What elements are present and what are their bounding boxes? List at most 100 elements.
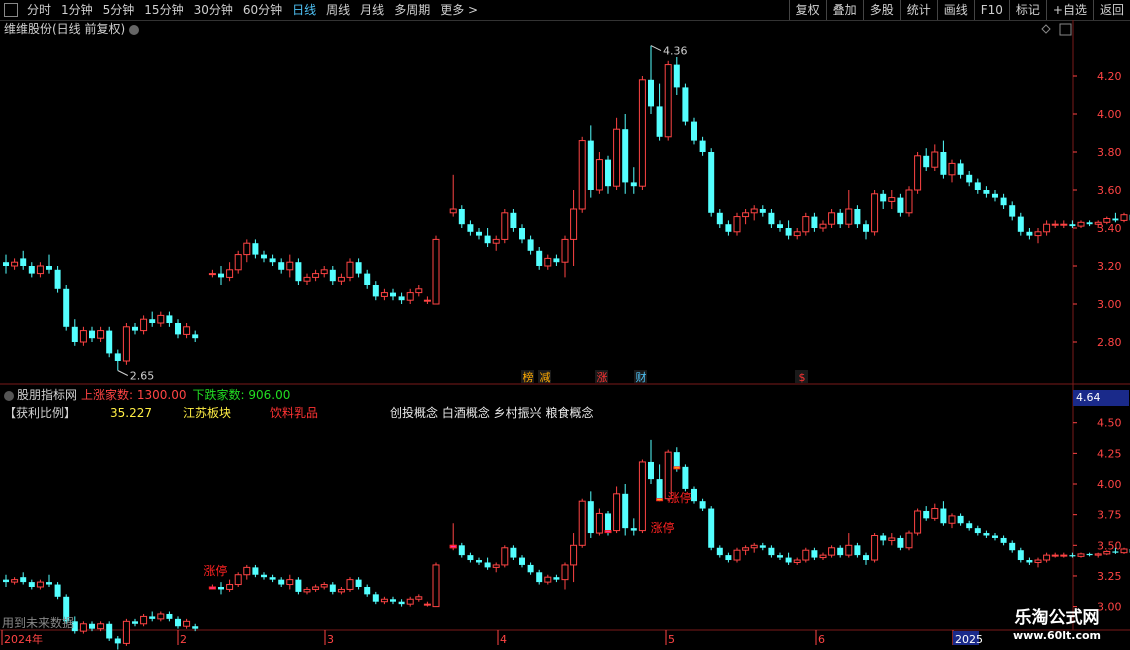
upper-candle-body xyxy=(501,212,509,240)
upper-candle-body xyxy=(337,276,345,282)
lower-candle-body xyxy=(1103,550,1111,555)
upper-candle-body xyxy=(467,224,474,232)
upper-candle-body xyxy=(802,216,810,233)
lower-candle-body xyxy=(346,579,354,590)
upper-candle-body xyxy=(897,197,904,213)
lower-candle-body xyxy=(1060,554,1068,557)
lower-candle-body xyxy=(561,564,569,581)
upper-candle-body xyxy=(1043,223,1051,233)
x-tick-label: 6 xyxy=(818,633,825,646)
upper-candle-body xyxy=(449,208,457,214)
lower-candle-body xyxy=(673,452,680,467)
upper-candle-body xyxy=(1069,224,1076,227)
lower-candle-body xyxy=(510,547,517,558)
indicator-header: 股朋指标网 上涨家数: 1300.00 下跌家数: 906.00 xyxy=(0,387,290,403)
lower-candle-body xyxy=(897,537,904,548)
y-tick-label: 4.50 xyxy=(1097,417,1122,430)
lower-candle-body xyxy=(157,613,165,620)
upper-candle-body xyxy=(828,212,836,225)
kline-chart[interactable]: 4.204.003.803.603.403.203.002.804.504.25… xyxy=(0,0,1130,650)
upper-candle-body xyxy=(725,224,732,232)
upper-candle-body xyxy=(106,330,113,354)
lower-candle-body xyxy=(20,577,27,583)
lower-candle-body xyxy=(1094,553,1102,556)
x-tick-label: 4 xyxy=(500,633,507,646)
y-tick-label: 3.25 xyxy=(1097,570,1122,583)
lower-candle-body xyxy=(793,559,801,563)
panel-toggle-icon xyxy=(1059,23,1072,36)
upper-candle-body xyxy=(716,212,723,225)
lower-candle-body xyxy=(458,545,465,556)
event-marker-label: 财 xyxy=(636,370,647,384)
lower-candle-body xyxy=(622,493,629,529)
lower-candle-body xyxy=(595,512,603,534)
upper-candle-body xyxy=(234,254,242,271)
upper-candle-body xyxy=(777,224,783,228)
upper-candle-body xyxy=(252,243,259,255)
upper-candle-body xyxy=(390,292,396,297)
lower-candle-body xyxy=(1043,554,1051,561)
lower-candle-body xyxy=(132,621,138,624)
upper-candle-body xyxy=(1060,223,1068,226)
lower-candle-body xyxy=(1034,559,1042,563)
upper-candle-body xyxy=(966,174,973,183)
indicator-name[interactable]: 股朋指标网 xyxy=(17,388,77,402)
lower-candle-body xyxy=(811,550,818,558)
profit-label: 【获利比例】 xyxy=(4,406,77,420)
lower-candle-body xyxy=(553,577,560,580)
y-tick-label: 3.80 xyxy=(1097,146,1122,159)
upper-candle-body xyxy=(863,224,869,232)
lower-candle-body xyxy=(605,513,611,531)
upper-candle-body xyxy=(957,163,964,175)
lower-candle-body xyxy=(295,579,302,592)
lower-candle-body xyxy=(708,508,715,548)
low-price-label: 2.65 xyxy=(130,370,155,383)
lower-candle-body xyxy=(691,488,697,502)
upper-candle-body xyxy=(312,273,320,278)
up-count: 上涨家数: 1300.00 xyxy=(81,388,187,402)
upper-candle-body xyxy=(122,326,130,362)
upper-candle-body xyxy=(329,269,336,282)
upper-candle-body xyxy=(364,273,371,285)
limit-up-bar xyxy=(656,498,664,502)
upper-candle-body xyxy=(673,64,680,88)
upper-candle-body xyxy=(1017,216,1024,232)
lower-candle-body xyxy=(492,564,500,568)
upper-candle-body xyxy=(346,261,354,278)
upper-candle-body xyxy=(89,330,95,339)
x-tick-label: 5 xyxy=(668,633,675,646)
lower-candle-body xyxy=(527,564,534,573)
lower-candle-body xyxy=(380,598,388,603)
lower-candle-body xyxy=(398,601,405,605)
low-marker-line xyxy=(117,370,129,376)
upper-candle-body xyxy=(1034,231,1042,237)
region-label: 江苏板块 xyxy=(183,406,232,420)
lower-candle-body xyxy=(329,584,336,592)
lower-candle-body xyxy=(750,544,758,549)
upper-candle-body xyxy=(372,285,379,297)
upper-candle-body xyxy=(71,326,78,342)
upper-candle-body xyxy=(415,288,423,294)
upper-candle-body xyxy=(983,190,990,194)
high-price-label: 4.36 xyxy=(663,45,688,58)
limit-up-label: 涨停 xyxy=(668,490,692,505)
lower-candle-body xyxy=(183,620,191,627)
upper-candle-body xyxy=(536,250,543,266)
lower-candle-body xyxy=(845,544,853,556)
lower-candle-body xyxy=(888,537,896,541)
current-price-marker: 4.64 xyxy=(1073,390,1129,406)
chevron-down-icon[interactable] xyxy=(4,390,14,401)
upper-candle-body xyxy=(785,228,792,236)
lower-candle-body xyxy=(106,623,113,639)
upper-candle-body xyxy=(1120,214,1128,221)
upper-candle-body xyxy=(561,238,569,263)
industry-label: 饮料乳品 xyxy=(270,406,319,420)
y-tick-label: 4.00 xyxy=(1097,108,1122,121)
limit-up-bar xyxy=(208,586,216,590)
upper-candle-body xyxy=(320,269,328,275)
upper-candle-body xyxy=(923,155,930,168)
lower-candle-body xyxy=(269,577,276,580)
y-tick-label: 4.20 xyxy=(1097,70,1122,83)
upper-candle-body xyxy=(1103,218,1111,223)
upper-candle-body xyxy=(519,228,525,240)
